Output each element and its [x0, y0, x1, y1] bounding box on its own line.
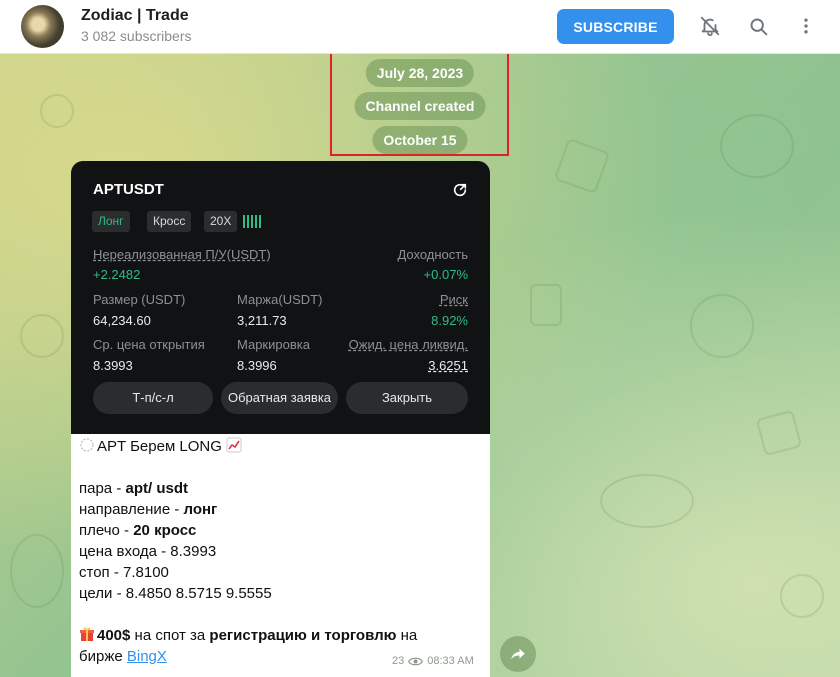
doodle-circle	[690, 294, 754, 358]
eye-icon	[408, 657, 424, 665]
promo-end: на	[396, 627, 418, 644]
stop-line: стоп - 7.8100	[79, 562, 484, 583]
promo-line: 400$ на спот за регистрацию и торговлю н…	[79, 625, 484, 646]
promo-line2-text: бирже	[79, 648, 127, 665]
liquidation-value: 3.6251	[428, 358, 468, 373]
size-value: 64,234.60	[93, 313, 151, 328]
targets-label: цели -	[79, 585, 126, 602]
promo-bold: регистрацию и торговлю	[209, 627, 397, 644]
direction-label: направление -	[79, 501, 184, 518]
subscriber-count: 3 082 subscribers	[81, 28, 192, 44]
pair-value: apt/ usdt	[125, 480, 188, 497]
gift-icon	[80, 627, 94, 641]
highlight-box	[330, 54, 509, 156]
margin-label: Маржа(USDT)	[237, 292, 323, 307]
reverse-order-button: Обратная заявка	[221, 382, 338, 414]
margin-value: 3,211.73	[237, 313, 287, 328]
close-position-button: Закрыть	[346, 382, 468, 414]
bingx-link[interactable]: BingX	[127, 648, 167, 665]
leverage-value: 20 кросс	[133, 522, 197, 539]
doodle-circle	[780, 574, 824, 618]
message-meta: 23 08:33 AM	[392, 655, 474, 667]
channel-header: Zodiac | Trade 3 082 subscribers SUBSCRI…	[0, 0, 840, 54]
pair-label: пара -	[79, 480, 126, 497]
stop-label: стоп -	[79, 564, 123, 581]
size-label: Размер (USDT)	[93, 292, 186, 307]
position-screenshot: APTUSDT Лонг Кросс 20X Нереализованная П…	[71, 161, 490, 434]
doodle-dino	[10, 534, 64, 608]
view-count: 23	[392, 655, 405, 667]
doodle-circle	[20, 314, 64, 358]
promo-mid: на спот за	[130, 627, 210, 644]
yield-value: +0.07%	[423, 267, 468, 282]
post-headline-line: APT Берем LONG	[79, 436, 484, 457]
entry-line: цена входа - 8.3993	[79, 541, 484, 562]
doodle-leaf	[600, 474, 694, 528]
pnl-label: Нереализованная П/У(USDT)	[93, 247, 271, 262]
leverage-label: плечо -	[79, 522, 134, 539]
doodle-square	[553, 137, 611, 195]
liquidation-label: Ожид. цена ликвид.	[348, 337, 468, 352]
post-text: APT Берем LONG пара - apt/ usdt направле…	[79, 435, 484, 667]
doodle-circle	[40, 94, 74, 128]
pair-line: пара - apt/ usdt	[79, 478, 484, 499]
channel-name: Zodiac | Trade	[81, 7, 189, 24]
bell-off-icon[interactable]	[697, 13, 723, 39]
position-symbol: APTUSDT	[93, 181, 164, 198]
entry-price-value: 8.3993	[93, 358, 133, 373]
targets-line: цели - 8.4850 8.5715 9.5555	[79, 583, 484, 604]
subscribe-button[interactable]: SUBSCRIBE	[557, 9, 674, 44]
sparkle-icon	[80, 438, 94, 452]
more-vertical-icon[interactable]	[793, 13, 819, 39]
channel-avatar[interactable]	[21, 5, 64, 48]
doodle-square	[755, 409, 803, 457]
entry-value: 8.3993	[170, 543, 217, 560]
direction-value: лонг	[183, 501, 218, 518]
direction-line: направление - лонг	[79, 499, 484, 520]
promo-amount: 400$	[97, 627, 131, 644]
tag-cross: Кросс	[147, 211, 192, 232]
doodle-bottle	[530, 284, 562, 326]
chart-up-icon	[226, 437, 242, 453]
tag-leverage: 20X	[204, 211, 238, 232]
tag-long: Лонг	[92, 211, 130, 232]
entry-label: цена входа -	[79, 543, 171, 560]
mark-price-value: 8.3996	[237, 358, 277, 373]
leverage-bars-icon	[243, 215, 261, 228]
search-icon[interactable]	[745, 13, 771, 39]
risk-value: 8.92%	[431, 313, 468, 328]
pnl-value: +2.2482	[93, 267, 141, 282]
mark-price-label: Маркировка	[237, 337, 310, 352]
channel-title-block[interactable]: Zodiac | Trade 3 082 subscribers	[81, 7, 192, 44]
risk-label: Риск	[439, 292, 468, 307]
post-headline: APT Берем LONG	[97, 438, 222, 455]
yield-label: Доходность	[397, 247, 468, 262]
stop-value: 7.8100	[123, 564, 169, 581]
leverage-line: плечо - 20 кросс	[79, 520, 484, 541]
share-icon	[452, 182, 468, 198]
message-bubble[interactable]: APTUSDT Лонг Кросс 20X Нереализованная П…	[71, 161, 490, 677]
tpsl-button: Т-п/с-л	[93, 382, 213, 414]
forward-icon[interactable]	[500, 636, 536, 672]
entry-price-label: Ср. цена открытия	[93, 337, 205, 352]
message-time: 08:33 AM	[427, 655, 474, 667]
targets-value: 8.4850 8.5715 9.5555	[125, 585, 272, 602]
doodle-cow	[720, 114, 794, 178]
